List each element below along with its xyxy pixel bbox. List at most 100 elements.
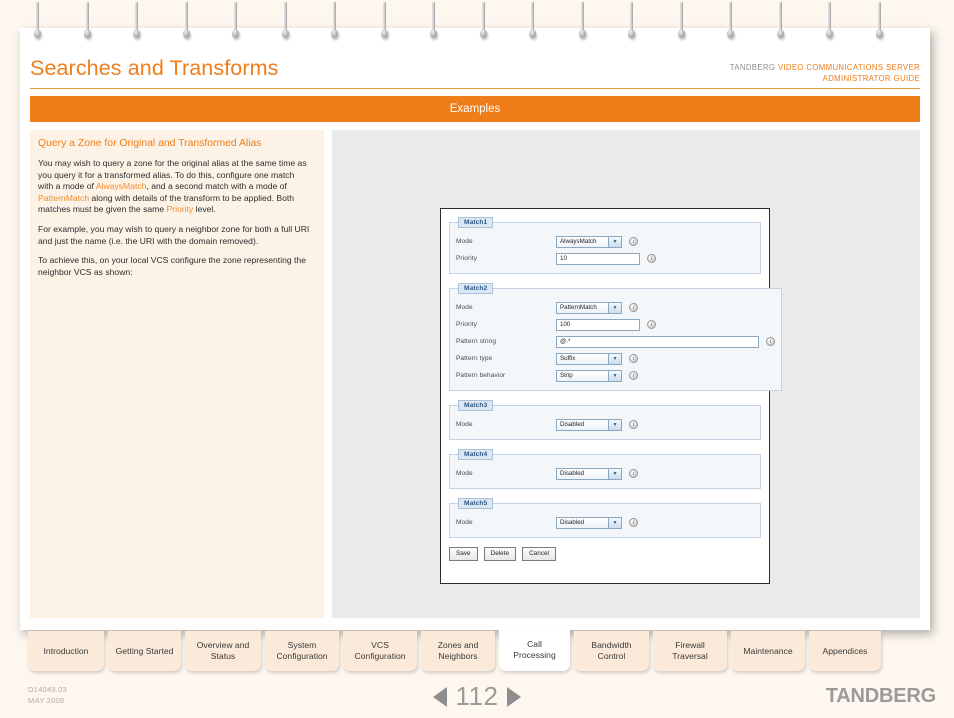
field-label: Pattern type	[456, 355, 493, 362]
select-mode[interactable]: Disabled ▼	[556, 467, 622, 480]
chevron-down-icon[interactable]: ▼	[608, 419, 621, 430]
tab-appendices[interactable]: Appendices	[809, 631, 881, 671]
guide-meta: TANDBERG VIDEO COMMUNICATIONS SERVER ADM…	[730, 62, 920, 84]
paragraph-text: To achieve this, on your local VCS confi…	[38, 255, 306, 277]
tab-overview-and-status[interactable]: Overview and Status	[185, 631, 261, 671]
form-field-row: Mode Disabled ▼ i	[456, 416, 754, 433]
form-field-row: Mode AlwaysMatch ▼ i	[456, 233, 754, 250]
tab-label: Zones and Neighbors	[437, 640, 479, 661]
section-tab-bar[interactable]: Introduction Getting Started Overview and S…	[28, 629, 928, 673]
select-mode[interactable]: Disabled ▼	[556, 516, 622, 529]
match-group-legend: Match4	[458, 449, 494, 460]
keyword-term: PatternMatch	[38, 192, 90, 203]
info-icon[interactable]: i	[629, 371, 638, 380]
select-value: Strip	[560, 372, 573, 379]
tab-label: Maintenance	[743, 645, 793, 656]
chevron-down-icon[interactable]: ▼	[608, 353, 621, 364]
form-field-row: Priority 100 i	[456, 316, 775, 333]
match-group: Match1 Mode AlwaysMatch ▼ i Priority 10 i	[449, 217, 761, 274]
cancel-button[interactable]: Cancel	[522, 547, 556, 561]
select-value: Disabled	[560, 421, 585, 428]
tab-label: Call Processing	[513, 639, 556, 660]
tab-firewall-traversal[interactable]: Firewall Traversal	[653, 631, 727, 671]
vcs-zone-config-form: Match1 Mode AlwaysMatch ▼ i Priority 10 i Match2…	[440, 208, 782, 584]
tab-zones-and-neighbors[interactable]: Zones and Neighbors	[421, 631, 495, 671]
tab-label: Overview and Status	[196, 640, 250, 661]
explanation-paragraph: For example, you may wish to query a nei…	[38, 224, 312, 247]
page-header: Searches and Transforms TANDBERG VIDEO C…	[20, 28, 930, 89]
section-banner-label: Examples	[449, 103, 501, 115]
save-button[interactable]: Save	[449, 547, 478, 561]
chevron-down-icon[interactable]: ▼	[608, 468, 621, 479]
info-icon[interactable]: i	[629, 354, 638, 363]
page-body: Query a Zone for Original and Transforme…	[30, 130, 920, 618]
tab-call-processing[interactable]: Call Processing	[499, 629, 570, 671]
match-group: Match2 Mode PatternMatch ▼ i Priority 100 i Patt…	[449, 283, 782, 391]
select-value: AlwaysMatch	[560, 238, 597, 245]
next-page-arrow-icon[interactable]	[507, 686, 522, 707]
explanation-paragraph: To achieve this, on your local VCS confi…	[38, 255, 312, 278]
paragraph-text: For example, you may wish to query a nei…	[38, 223, 310, 246]
section-banner: Examples	[30, 96, 920, 122]
select-mode[interactable]: Disabled ▼	[556, 418, 622, 431]
input-priority[interactable]: 100	[556, 318, 640, 331]
explanation-paragraph: You may wish to query a zone for the ori…	[38, 158, 312, 216]
tab-system-configuration[interactable]: System Configuration	[265, 631, 339, 671]
brand-name: TANDBERG	[729, 63, 776, 72]
form-field-row: Pattern type Suffix ▼ i	[456, 350, 775, 367]
form-field-row: Priority 10 i	[456, 250, 754, 267]
select-mode[interactable]: AlwaysMatch ▼	[556, 235, 622, 248]
page-navigation[interactable]: 112	[0, 681, 954, 712]
info-icon[interactable]: i	[647, 254, 656, 263]
info-icon[interactable]: i	[629, 469, 638, 478]
keyword-term: AlwaysMatch	[95, 181, 147, 192]
form-field-row: Mode Disabled ▼ i	[456, 514, 754, 531]
info-icon[interactable]: i	[647, 320, 656, 329]
match-group-legend: Match5	[458, 498, 494, 509]
chevron-down-icon[interactable]: ▼	[608, 236, 621, 247]
explanation-body: You may wish to query a zone for the ori…	[38, 158, 312, 278]
tab-vcs-configuration[interactable]: VCS Configuration	[343, 631, 417, 671]
tab-bandwidth-control[interactable]: Bandwidth Control	[574, 631, 649, 671]
form-field-row: Mode Disabled ▼ i	[456, 465, 754, 482]
form-field-row: Pattern string @.* i	[456, 333, 775, 350]
tab-label: System Configuration	[276, 640, 328, 661]
input-pattern-string[interactable]: @.*	[556, 335, 759, 348]
select-value: Disabled	[560, 470, 585, 477]
chevron-down-icon[interactable]: ▼	[608, 302, 621, 313]
previous-page-arrow-icon[interactable]	[432, 686, 447, 707]
paragraph-text: level.	[193, 204, 216, 215]
product-name: VIDEO COMMUNICATIONS SERVER	[777, 63, 920, 72]
select-mode[interactable]: PatternMatch ▼	[556, 301, 622, 314]
input-priority[interactable]: 10	[556, 252, 640, 265]
info-icon[interactable]: i	[629, 303, 638, 312]
match-groups: Match1 Mode AlwaysMatch ▼ i Priority 10 i Match2…	[449, 217, 782, 538]
tab-introduction[interactable]: Introduction	[28, 631, 104, 671]
select-pattern-behavior[interactable]: Strip ▼	[556, 369, 622, 382]
field-label: Pattern behavior	[456, 372, 506, 379]
field-label: Mode	[456, 519, 473, 526]
tab-label: Appendices	[822, 645, 868, 656]
form-field-row: Mode PatternMatch ▼ i	[456, 299, 775, 316]
field-label: Mode	[456, 421, 473, 428]
match-group-legend: Match1	[458, 217, 494, 228]
tab-label: Getting Started	[115, 645, 174, 656]
delete-button[interactable]: Delete	[483, 547, 517, 561]
info-icon[interactable]: i	[629, 518, 638, 527]
select-value: Disabled	[560, 519, 585, 526]
select-pattern-type[interactable]: Suffix ▼	[556, 352, 622, 365]
paragraph-text: , and a second match with a mode of	[146, 181, 287, 192]
page-sheet: Searches and Transforms TANDBERG VIDEO C…	[20, 28, 930, 630]
chevron-down-icon[interactable]: ▼	[608, 370, 621, 381]
info-icon[interactable]: i	[629, 237, 638, 246]
info-icon[interactable]: i	[629, 420, 638, 429]
match-group-legend: Match3	[458, 400, 494, 411]
info-icon[interactable]: i	[766, 337, 775, 346]
chevron-down-icon[interactable]: ▼	[608, 517, 621, 528]
header-divider	[30, 88, 920, 89]
tab-getting-started[interactable]: Getting Started	[108, 631, 181, 671]
tab-maintenance[interactable]: Maintenance	[731, 631, 805, 671]
field-label: Mode	[456, 238, 473, 245]
guide-type: ADMINISTRATOR GUIDE	[822, 74, 920, 83]
match-group-legend: Match2	[458, 283, 494, 294]
